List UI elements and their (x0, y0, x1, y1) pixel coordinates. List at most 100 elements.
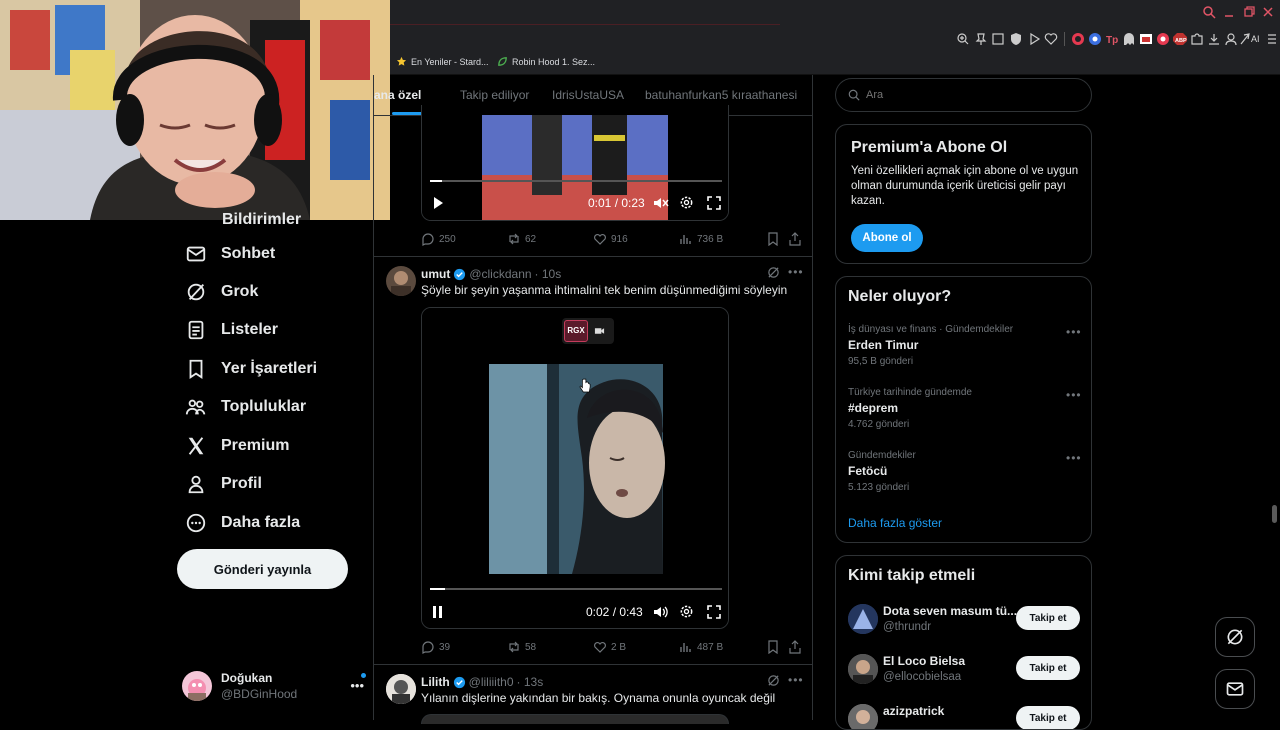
fullscreen-icon[interactable] (707, 605, 721, 619)
avatar[interactable] (848, 704, 878, 729)
zoom-icon[interactable] (955, 32, 971, 46)
sidebar-item-profile[interactable]: Profil (185, 469, 262, 499)
more-options-icon[interactable]: ••• (1066, 325, 1082, 339)
downloads-icon[interactable] (1206, 32, 1222, 46)
tab-list-kiraathane[interactable]: batuhanfurkan5 kıraathanesi (645, 88, 797, 102)
bookmark-link[interactable]: Robin Hood 1. Sez... (497, 56, 595, 67)
messages-floating-button[interactable] (1215, 669, 1255, 709)
ai-extension-icon[interactable]: AI (1240, 32, 1264, 46)
author-handle[interactable]: @liliiith0 (469, 675, 514, 689)
post-time[interactable]: · 13s (517, 675, 544, 689)
subscribe-button[interactable]: Abone ol (851, 224, 923, 252)
author-name[interactable]: umut (421, 267, 450, 281)
follow-button[interactable]: Takip et (1016, 606, 1080, 630)
post-video[interactable]: 0:01 / 0:23 (421, 105, 729, 221)
video-progress-track[interactable] (430, 180, 722, 182)
vpn-icon[interactable] (1070, 32, 1086, 46)
follow-button[interactable]: Takip et (1016, 656, 1080, 680)
follow-button[interactable]: Takip et (1016, 706, 1080, 729)
more-options-icon[interactable]: ••• (788, 265, 804, 279)
views-button[interactable]: 487 B (679, 640, 723, 654)
minimize-icon[interactable] (1222, 5, 1236, 19)
mute-icon[interactable] (653, 196, 669, 210)
tab-following[interactable]: Takip ediliyor (460, 88, 529, 102)
extension-overlay[interactable]: RGX (562, 318, 614, 344)
globe-extension-icon[interactable] (1087, 32, 1103, 46)
settings-gear-icon[interactable] (679, 195, 694, 210)
sidebar-item-bookmarks[interactable]: Yer İşaretleri (185, 354, 317, 384)
show-more-link[interactable]: Daha fazla göster (848, 516, 942, 530)
tab-list-idrisustausa[interactable]: IdrisUstaUSA (552, 88, 624, 102)
author-name[interactable]: Lilith (421, 675, 450, 689)
translate-extension-icon[interactable]: Tp (1104, 32, 1120, 46)
tab-for-you[interactable]: Sana özel (374, 88, 421, 102)
adblock-icon[interactable]: ABP (1172, 32, 1188, 46)
heart-icon[interactable] (1043, 32, 1059, 46)
screenshot-icon[interactable] (990, 32, 1006, 46)
views-button[interactable]: 736 B (679, 232, 723, 246)
pause-icon[interactable] (432, 605, 444, 619)
post-time[interactable]: · 10s (535, 267, 562, 281)
puzzle-icon[interactable] (1189, 32, 1205, 46)
image-extension-icon[interactable] (1138, 32, 1154, 46)
restore-icon[interactable] (1242, 5, 1256, 19)
settings-gear-icon[interactable] (679, 604, 694, 619)
sidebar-item-notifications[interactable]: Bildirimler (222, 208, 301, 224)
repost-button[interactable]: 62 (507, 232, 536, 246)
repost-button[interactable]: 58 (507, 640, 536, 654)
account-switcher[interactable]: Doğukan @BDGinHood ••• (182, 666, 366, 706)
sidebar-item-lists[interactable]: Listeler (185, 315, 278, 345)
avatar[interactable] (386, 674, 416, 704)
post-video[interactable]: RGX 0:02 / 0:43 (421, 307, 729, 629)
ghost-extension-icon[interactable] (1121, 32, 1137, 46)
profile-icon[interactable] (1223, 32, 1239, 46)
share-icon[interactable] (788, 232, 802, 246)
search-input[interactable] (866, 89, 1066, 101)
volume-icon[interactable] (653, 605, 669, 619)
search-box[interactable] (835, 78, 1092, 112)
like-button[interactable]: 2 B (593, 640, 626, 654)
trend-item[interactable]: Türkiye tarihinde gündemde #deprem 4.762… (836, 384, 1091, 434)
post-button[interactable]: Gönderi yayınla (177, 549, 348, 589)
video-progress-track[interactable] (430, 588, 722, 590)
grok-icon[interactable] (767, 266, 780, 279)
reply-button[interactable]: 39 (421, 640, 450, 654)
grok-floating-button[interactable] (1215, 617, 1255, 657)
bookmark-post-icon[interactable] (766, 232, 780, 246)
grok-icon[interactable] (767, 674, 780, 687)
tab-label: Sana özel (374, 88, 422, 102)
suggested-user-name[interactable]: Dota seven masum tü... (883, 604, 1017, 618)
record-extension-icon[interactable] (1155, 32, 1171, 46)
shield-icon[interactable] (1008, 32, 1024, 46)
more-options-icon[interactable]: ••• (1066, 451, 1082, 465)
avatar[interactable] (386, 266, 416, 296)
share-icon[interactable] (788, 640, 802, 654)
play-icon[interactable] (1026, 32, 1042, 46)
pin-icon[interactable] (973, 32, 989, 46)
suggested-user-name[interactable]: azizpatrick (883, 704, 944, 718)
avatar[interactable] (848, 604, 878, 634)
suggested-user-name[interactable]: El Loco Bielsa (883, 654, 965, 668)
post-media[interactable] (421, 714, 729, 724)
bookmark-post-icon[interactable] (766, 640, 780, 654)
sidebar-item-grok[interactable]: Grok (185, 277, 258, 307)
sidebar-item-more[interactable]: Daha fazla (185, 508, 300, 538)
fullscreen-icon[interactable] (707, 196, 721, 210)
author-handle[interactable]: @clickdann (469, 267, 531, 281)
like-button[interactable]: 916 (593, 232, 628, 246)
search-icon[interactable] (1202, 5, 1216, 19)
trend-item[interactable]: Gündemdekiler Fetöcü 5.123 gönderi ••• (836, 447, 1091, 497)
sidebar-item-chat[interactable]: Sohbet (185, 239, 275, 269)
trend-item[interactable]: İş dünyası ve finans · Gündemdekiler Erd… (836, 321, 1091, 371)
page-scrollbar-thumb[interactable] (1272, 505, 1277, 523)
menu-icon[interactable] (1266, 32, 1280, 46)
bookmark-link[interactable]: En Yeniler - Stard... (396, 56, 489, 67)
reply-button[interactable]: 250 (421, 232, 456, 246)
avatar[interactable] (848, 654, 878, 684)
sidebar-item-premium[interactable]: Premium (185, 431, 289, 461)
more-options-icon[interactable]: ••• (1066, 388, 1082, 402)
more-options-icon[interactable]: ••• (788, 673, 804, 687)
play-icon[interactable] (432, 196, 444, 210)
sidebar-item-communities[interactable]: Topluluklar (185, 392, 306, 422)
close-icon[interactable] (1261, 5, 1275, 19)
